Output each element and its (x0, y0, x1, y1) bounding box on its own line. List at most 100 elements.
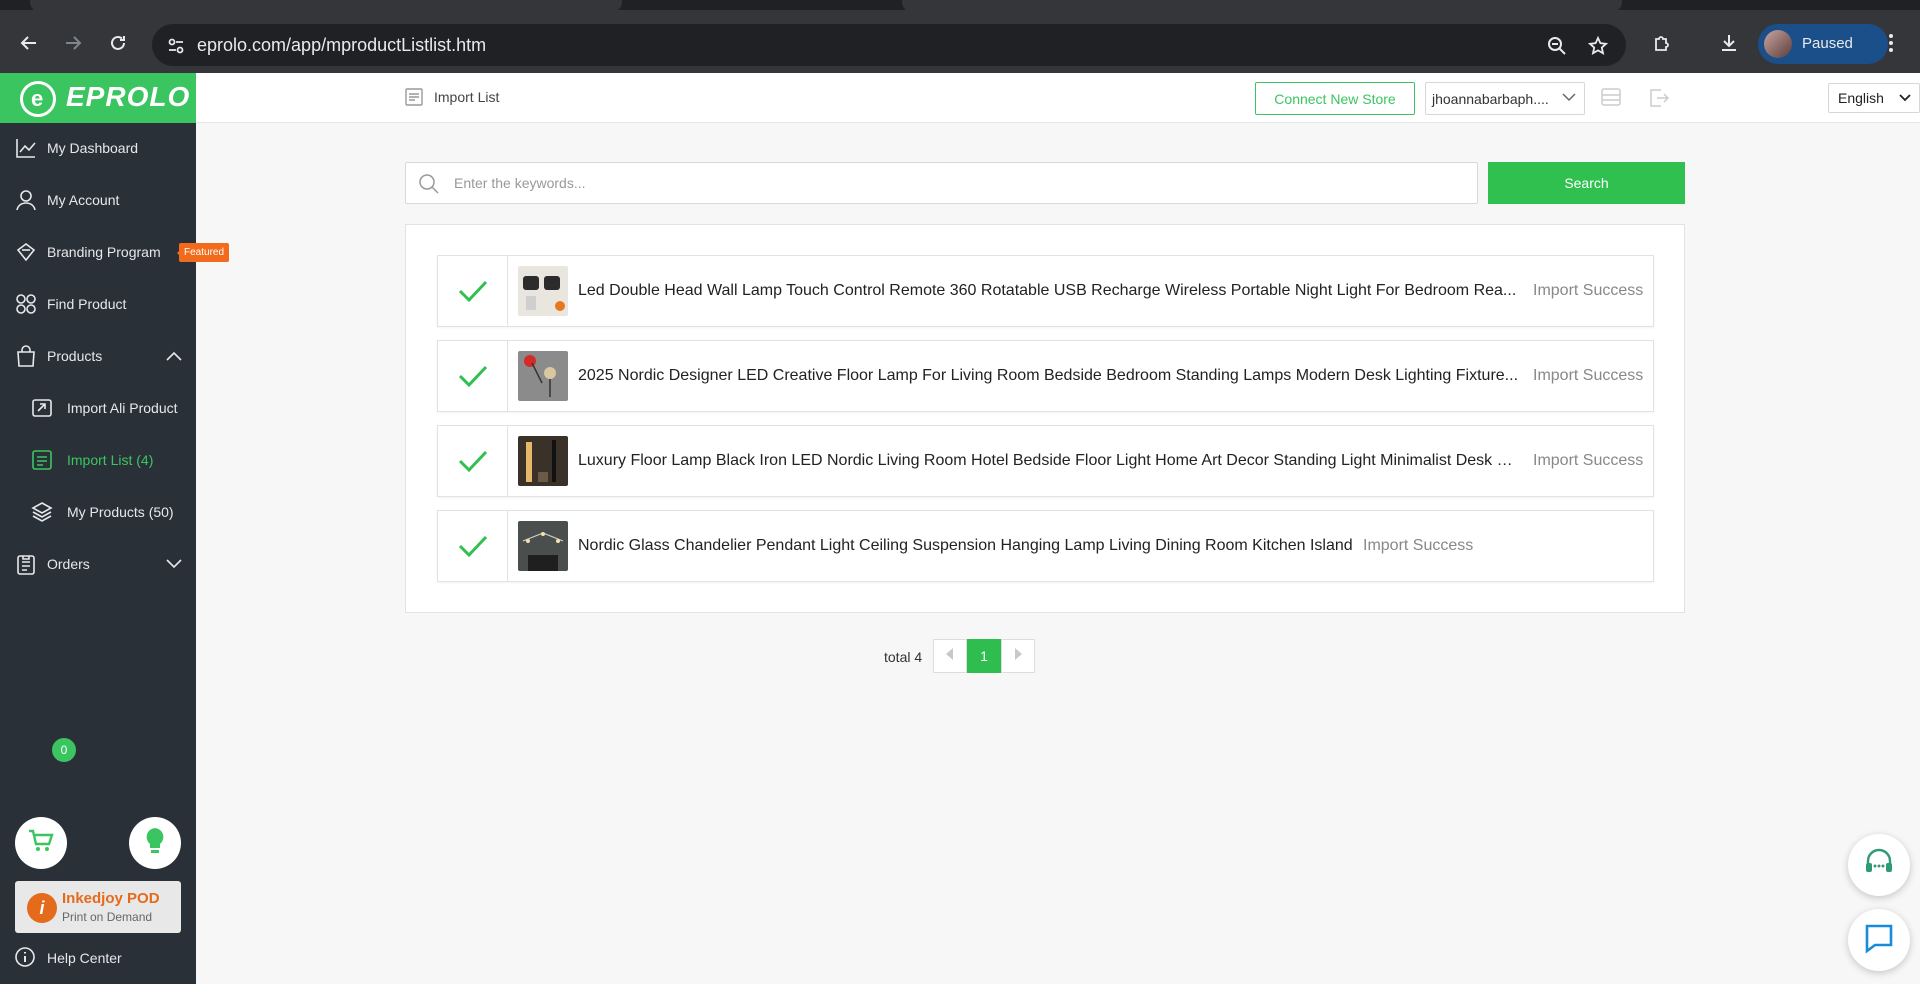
import-icon (30, 396, 54, 420)
chevron-down-icon[interactable] (166, 556, 182, 572)
avatar (1764, 30, 1792, 58)
store-select[interactable]: jhoannabarbaph.... (1425, 82, 1585, 115)
sidebar-item-import-ali[interactable]: Import Ali Product (0, 386, 196, 430)
support-button[interactable] (1848, 834, 1910, 896)
prev-page-button[interactable] (933, 639, 967, 673)
next-page-button[interactable] (1001, 639, 1035, 673)
chevron-down-icon (1562, 90, 1576, 107)
product-thumbnail[interactable] (518, 266, 568, 316)
help-center-link[interactable]: Help Center (0, 938, 196, 978)
sidebar-item-label: My Dashboard (47, 140, 139, 156)
list-icon (404, 87, 424, 112)
chevron-right-icon (1013, 647, 1023, 665)
import-status: Import Success (1363, 537, 1474, 554)
chat-bubble-icon (1863, 922, 1895, 959)
sidebar-item-label: My Products (50) (67, 504, 174, 520)
product-thumbnail[interactable] (518, 436, 568, 486)
search-input[interactable] (454, 171, 1454, 195)
success-check-icon (438, 256, 508, 326)
store-icon[interactable] (1600, 87, 1622, 112)
promo-subtitle: Print on Demand (62, 910, 153, 924)
chevron-up-icon[interactable] (166, 348, 182, 364)
url-text: eprolo.com/app/mproductListlist.htm (197, 35, 487, 55)
grid-icon (14, 292, 38, 316)
sidebar-item-branding[interactable]: Branding Program (0, 230, 196, 274)
sidebar-item-label: My Account (47, 192, 120, 208)
user-icon (14, 188, 38, 212)
sidebar-item-account[interactable]: My Account (0, 178, 196, 222)
zoom-icon[interactable] (1546, 35, 1568, 57)
import-list-panel: Led Double Head Wall Lamp Touch Control … (405, 224, 1685, 613)
sidebar-item-label: Orders (47, 556, 90, 572)
reload-icon[interactable] (103, 28, 133, 58)
list-item[interactable]: Luxury Floor Lamp Black Iron LED Nordic … (437, 425, 1654, 497)
list-item[interactable]: Nordic Glass Chandelier Pendant Light Ce… (437, 510, 1654, 582)
sidebar-item-label: Find Product (47, 296, 127, 312)
pagination-total: total 4 (884, 649, 923, 665)
shopping-bag-icon (14, 344, 38, 368)
search-field[interactable] (405, 162, 1478, 204)
info-icon (14, 946, 36, 971)
language-select[interactable]: English (1828, 83, 1920, 113)
logo-mark-icon: e (20, 81, 56, 117)
chevron-down-icon (1899, 90, 1911, 106)
cart-button[interactable] (15, 817, 67, 869)
list-item[interactable]: 2025 Nordic Designer LED Creative Floor … (437, 340, 1654, 412)
profile-button[interactable]: Paused (1758, 24, 1888, 64)
cart-icon (28, 829, 54, 858)
inkedjoy-logo-icon: i (27, 893, 57, 923)
bookmark-star-icon[interactable] (1587, 35, 1609, 57)
browser-toolbar: eprolo.com/app/mproductListlist.htm Paus… (0, 10, 1920, 73)
success-check-icon (438, 426, 508, 496)
lightbulb-icon (143, 826, 167, 861)
browser-tabstrip (0, 0, 1920, 12)
sidebar-item-products[interactable]: Products (0, 334, 196, 378)
cart-count-badge: 0 (52, 738, 76, 762)
featured-badge: Featured (176, 243, 230, 262)
sidebar-item-my-products[interactable]: My Products (50) (0, 490, 196, 534)
product-title[interactable]: 2025 Nordic Designer LED Creative Floor … (578, 367, 1518, 385)
logo-text: EPROLO (66, 81, 191, 112)
product-thumbnail[interactable] (518, 351, 568, 401)
profile-label: Paused (1802, 35, 1853, 52)
product-title[interactable]: Luxury Floor Lamp Black Iron LED Nordic … (578, 452, 1518, 470)
browser-menu-icon[interactable] (1876, 28, 1906, 58)
sidebar-item-find-product[interactable]: Find Product (0, 282, 196, 326)
search-icon (418, 173, 440, 200)
import-status: Import Success (1533, 452, 1644, 469)
ideas-button[interactable] (129, 817, 181, 869)
forward-icon[interactable] (58, 28, 88, 58)
eprolo-logo[interactable]: e EPROLO (0, 73, 196, 123)
diamond-icon (14, 240, 38, 264)
site-info-icon[interactable] (165, 35, 187, 57)
sidebar-item-label: Products (47, 348, 103, 364)
page-number-button[interactable]: 1 (967, 639, 1001, 673)
sidebar-item-import-list[interactable]: Import List (4) (0, 438, 196, 482)
product-title[interactable]: Nordic Glass Chandelier Pendant Light Ce… (578, 537, 1353, 555)
sidebar-item-dashboard[interactable]: My Dashboard (0, 126, 196, 170)
back-icon[interactable] (14, 28, 44, 58)
connect-store-button[interactable]: Connect New Store (1255, 82, 1415, 115)
list-item[interactable]: Led Double Head Wall Lamp Touch Control … (437, 255, 1654, 327)
language-value: English (1838, 90, 1884, 106)
search-button[interactable]: Search (1488, 162, 1685, 204)
extensions-icon[interactable] (1647, 28, 1677, 58)
top-header: Import List Connect New Store jhoannabar… (196, 73, 1920, 123)
import-status: Import Success (1533, 282, 1644, 299)
inkedjoy-promo[interactable]: i Inkedjoy POD Print on Demand (15, 881, 181, 933)
logout-icon[interactable] (1648, 87, 1670, 114)
product-title[interactable]: Led Double Head Wall Lamp Touch Control … (578, 282, 1518, 300)
sidebar-item-orders[interactable]: Orders (0, 542, 196, 586)
help-center-label: Help Center (47, 950, 122, 966)
chat-button[interactable] (1848, 909, 1910, 971)
product-thumbnail[interactable] (518, 521, 568, 571)
download-icon[interactable] (1714, 28, 1744, 58)
success-check-icon (438, 511, 508, 581)
clipboard-icon (14, 552, 38, 576)
chevron-left-icon (945, 647, 955, 665)
address-bar[interactable]: eprolo.com/app/mproductListlist.htm (152, 24, 1626, 66)
sidebar-item-label: Branding Program (47, 244, 161, 260)
chart-line-icon (14, 136, 38, 160)
success-check-icon (438, 341, 508, 411)
list-icon (30, 448, 54, 472)
